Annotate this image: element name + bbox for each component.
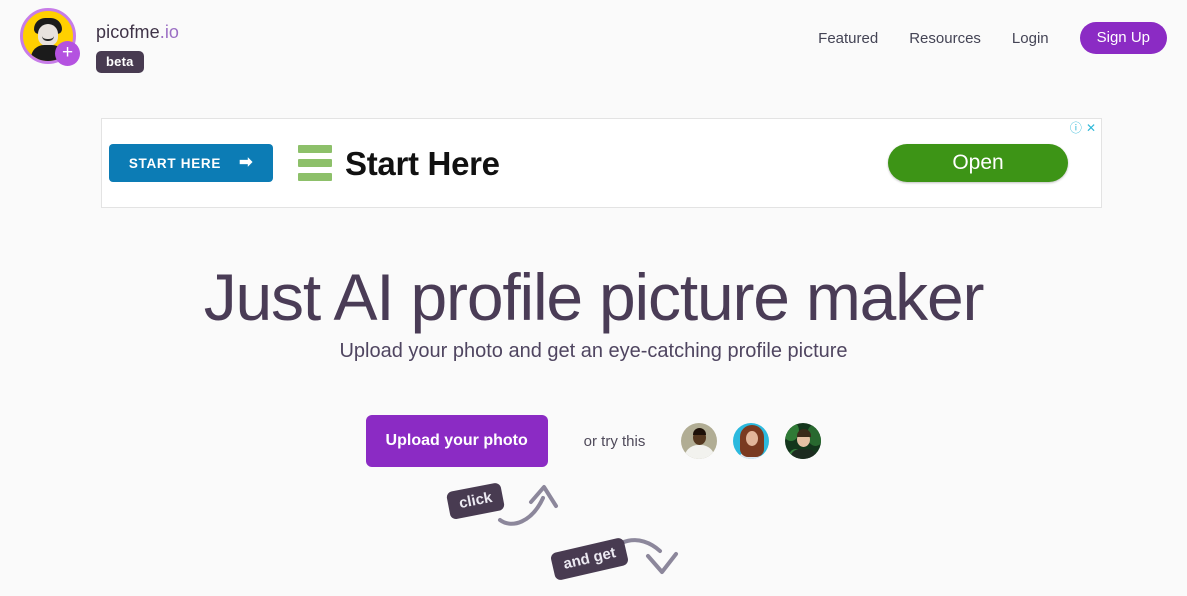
ad-start-here-label: START HERE: [128, 155, 222, 171]
page-subtitle: Upload your photo and get an eye-catchin…: [339, 340, 848, 362]
nav-link-featured[interactable]: Featured: [818, 30, 878, 47]
avatar-shirt: [790, 449, 818, 459]
beta-badge: beta: [96, 51, 144, 73]
curved-arrow-up-icon: [498, 496, 545, 526]
green-bar: [298, 145, 332, 153]
plus-badge-icon: +: [55, 41, 80, 66]
nav-link-login[interactable]: Login: [1012, 30, 1049, 47]
avatar-hair: [693, 428, 707, 435]
sample-avatar-list: [681, 423, 822, 459]
brand-logo-group[interactable]: + picofme.io beta: [20, 8, 179, 73]
ad-close-icon[interactable]: ✕: [1086, 122, 1096, 134]
curved-arrow-down-icon: [605, 538, 662, 561]
sign-up-button[interactable]: Sign Up: [1079, 22, 1167, 54]
avatar-shirt: [684, 445, 716, 459]
green-bar: [298, 159, 332, 167]
brand-name-tld: .io: [159, 22, 180, 42]
ad-controls: ⓘ ✕: [1070, 122, 1096, 134]
sample-avatar-1[interactable]: [681, 423, 718, 459]
advertisement-banner[interactable]: ⓘ ✕ START HERE ➡ Start Here Open: [101, 118, 1102, 208]
brand-name: picofme.io: [96, 22, 179, 43]
arrow-right-icon: ➡: [239, 154, 254, 171]
ad-open-button[interactable]: Open: [888, 144, 1068, 182]
green-bar: [298, 173, 332, 181]
ad-start-here-button[interactable]: START HERE ➡: [109, 144, 273, 182]
ad-headline: Start Here: [345, 145, 500, 182]
three-green-bars-icon: [298, 145, 332, 181]
sample-avatar-3[interactable]: [785, 423, 822, 459]
brand-name-main: picofme: [96, 22, 160, 42]
nav-link-resources[interactable]: Resources: [909, 30, 981, 47]
annotation-tag-click: click: [445, 481, 506, 521]
site-header: + picofme.io beta Featured Resources Log…: [0, 0, 1187, 80]
cta-row: Upload your photo or try this: [0, 415, 1187, 467]
picofme-avatar-logo[interactable]: +: [20, 8, 80, 66]
main-navigation: Featured Resources Login Sign Up: [818, 22, 1167, 54]
ad-info-icon[interactable]: ⓘ: [1070, 122, 1082, 134]
or-try-this-label: or try this: [583, 432, 646, 450]
upload-photo-button[interactable]: Upload your photo: [365, 415, 548, 467]
sample-avatar-2[interactable]: [733, 423, 770, 459]
page-title: Just AI profile picture maker: [203, 260, 985, 334]
annotation-tag-and-get: and get: [549, 536, 630, 582]
brand-text-group: picofme.io beta: [96, 8, 179, 73]
